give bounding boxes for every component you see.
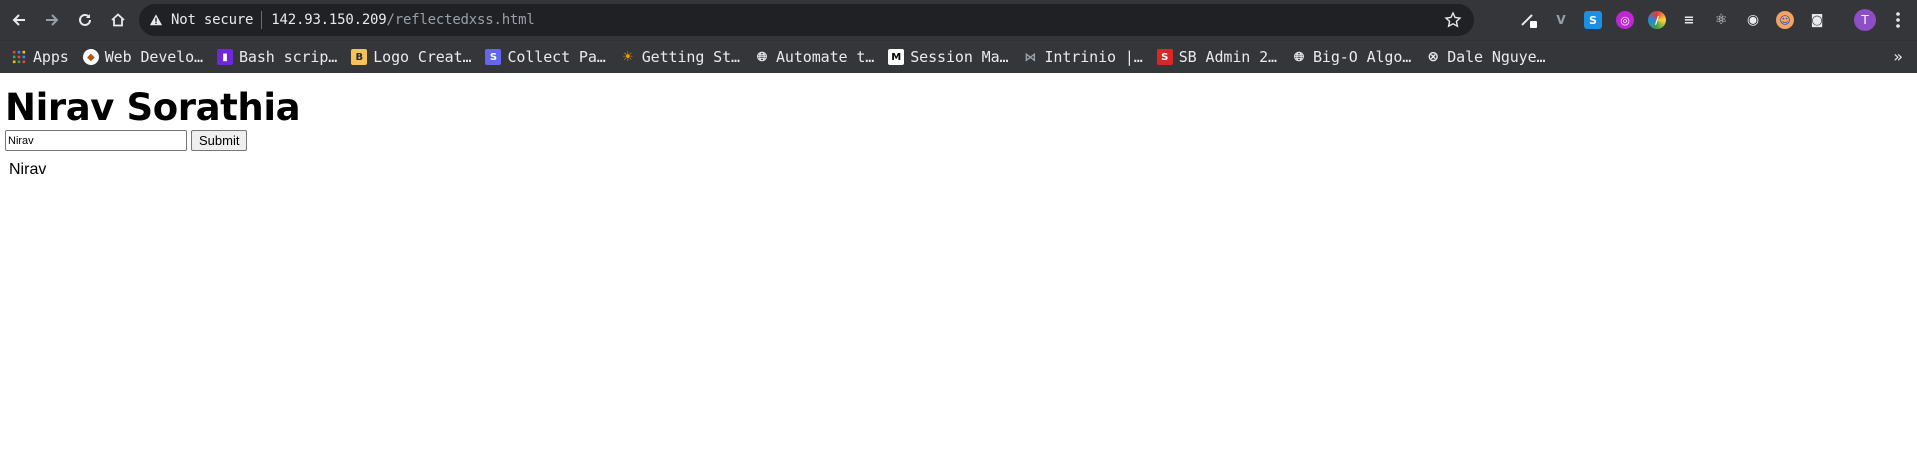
- react-extension-icon[interactable]: ⚛: [1712, 11, 1730, 29]
- home-button[interactable]: [102, 4, 134, 36]
- headset-extension-icon[interactable]: ◎: [1616, 11, 1634, 29]
- camera-extension-icon[interactable]: ◙: [1808, 11, 1826, 29]
- bookmark-web-developer[interactable]: ◆ Web Develo…: [82, 43, 211, 71]
- bookmark-label: Collect Pa…: [507, 48, 606, 66]
- logo-b-icon: B: [351, 49, 368, 65]
- bookmark-label: Session Ma…: [910, 48, 1009, 66]
- reflected-output: Nirav: [9, 161, 47, 178]
- address-bar[interactable]: Not secure 142.93.150.209/reflectedxss.h…: [139, 4, 1474, 36]
- target-extension-icon[interactable]: ◉: [1744, 11, 1762, 29]
- forward-button[interactable]: [36, 4, 68, 36]
- s-extension-icon[interactable]: S: [1584, 11, 1602, 29]
- extensions-area: V S ◎ / ≡ ⚛ ◉ ☺ ◙: [1520, 8, 1840, 32]
- submit-button[interactable]: Submit: [191, 130, 248, 151]
- sb-admin-icon: S: [1156, 49, 1173, 65]
- bookmark-label: Getting St…: [641, 48, 740, 66]
- page-title: Nirav Sorathia: [5, 86, 301, 129]
- back-button[interactable]: [3, 4, 35, 36]
- bookmark-session-management[interactable]: M Session Ma…: [888, 43, 1016, 71]
- bookmark-label: Intrinio |…: [1044, 48, 1143, 66]
- bookmark-collect-payments[interactable]: S Collect Pa…: [485, 43, 613, 71]
- colorpicker-extension-icon[interactable]: /: [1648, 11, 1666, 29]
- apps-grid-icon: [11, 49, 27, 65]
- reload-button[interactable]: [69, 4, 101, 36]
- bookmark-logo-creator[interactable]: B Logo Creat…: [351, 43, 479, 71]
- bookmark-sb-admin[interactable]: S SB Admin 2…: [1156, 43, 1285, 71]
- bookmark-label: Apps: [33, 48, 69, 66]
- reload-icon: [79, 13, 91, 26]
- bookmark-label: Big-O Algo…: [1312, 48, 1412, 66]
- page-content: Nirav Sorathia Submit Nirav: [0, 73, 1917, 185]
- intrinio-icon: ⋈: [1024, 50, 1037, 64]
- sun-icon: ☀: [621, 49, 634, 65]
- globe-icon: 🌐︎: [756, 49, 768, 65]
- notes-extension-icon[interactable]: ≡: [1680, 11, 1698, 29]
- omnibox-divider: [261, 11, 263, 29]
- browser-toolbar: Not secure 142.93.150.209/reflectedxss.h…: [0, 0, 1917, 40]
- bookmark-label: Logo Creat…: [373, 48, 472, 66]
- medium-m-icon: M: [888, 49, 905, 65]
- bulb-icon: ◆: [82, 49, 99, 65]
- name-input[interactable]: [5, 130, 187, 151]
- bookmark-automate[interactable]: 🌐︎ Automate t…: [754, 43, 882, 71]
- security-status[interactable]: Not secure: [171, 12, 253, 28]
- bookmark-bash-scripting[interactable]: ▮ Bash scrip…: [216, 43, 345, 71]
- bookmark-dale-nguyen[interactable]: ⊗ Dale Nguye…: [1425, 43, 1553, 71]
- warning-triangle-icon: [149, 12, 165, 28]
- bash-icon: ▮: [216, 49, 233, 65]
- bookmark-intrinio[interactable]: ⋈ Intrinio |…: [1022, 43, 1150, 71]
- url-text[interactable]: 142.93.150.209/reflectedxss.html: [271, 12, 535, 28]
- url-path: /reflectedxss.html: [386, 12, 535, 28]
- globe-icon: 🌐︎: [1293, 49, 1305, 65]
- bookmark-label: Bash scrip…: [238, 48, 338, 66]
- collect-s-icon: S: [485, 49, 502, 65]
- face-extension-icon[interactable]: ☺: [1776, 11, 1794, 29]
- bookmark-getting-started[interactable]: ☀ Getting St…: [620, 43, 748, 71]
- more-menu-icon[interactable]: [1889, 10, 1907, 30]
- url-host: 142.93.150.209: [271, 12, 387, 28]
- bookmarks-bar: Apps ◆ Web Develo… ▮ Bash scrip… B Logo …: [0, 40, 1917, 73]
- forward-arrow-icon: [46, 14, 59, 26]
- pen-extension-icon[interactable]: [1520, 11, 1538, 29]
- bookmark-label: Web Develo…: [104, 48, 203, 66]
- bookmark-label: Dale Nguye…: [1447, 48, 1546, 66]
- bookmark-big-o[interactable]: 🌐︎ Big-O Algo…: [1291, 43, 1419, 71]
- profile-avatar[interactable]: T: [1854, 9, 1876, 31]
- bookmark-apps[interactable]: Apps: [11, 43, 77, 71]
- bookmark-star-icon[interactable]: [1444, 11, 1462, 29]
- bookmark-label: SB Admin 2…: [1178, 48, 1277, 66]
- circle-x-icon: ⊗: [1427, 49, 1440, 65]
- vue-extension-icon[interactable]: V: [1552, 11, 1570, 29]
- back-arrow-icon: [12, 14, 25, 26]
- home-icon: [111, 13, 125, 27]
- bookmark-label: Automate t…: [775, 48, 875, 66]
- name-form: Submit: [5, 130, 1912, 151]
- bookmarks-overflow-button[interactable]: »: [1893, 47, 1903, 66]
